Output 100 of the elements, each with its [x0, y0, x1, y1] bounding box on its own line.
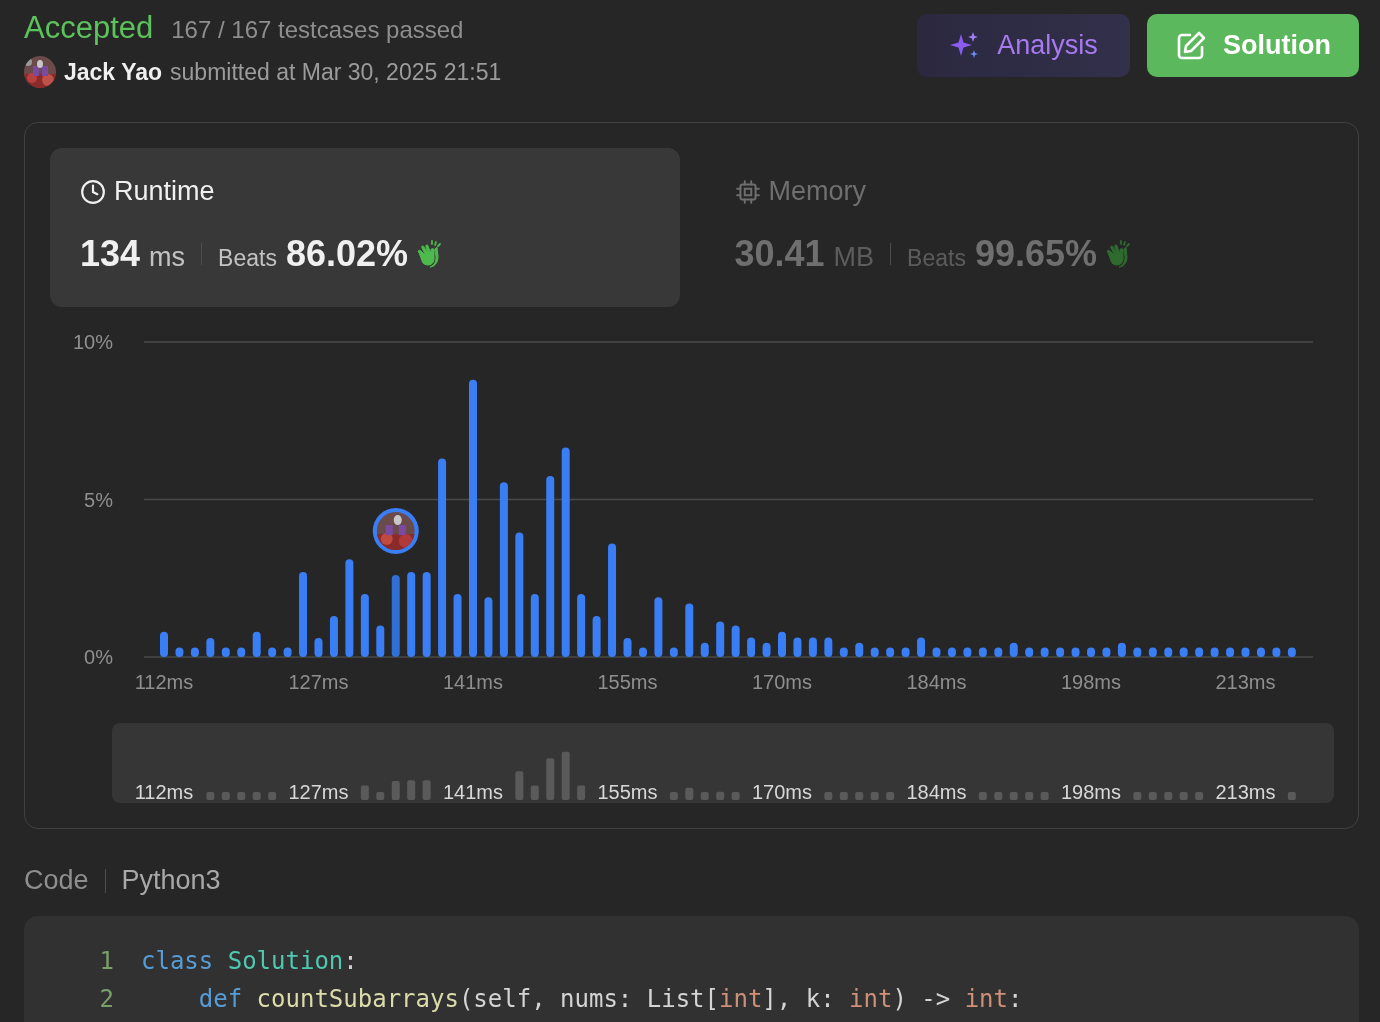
mini-bar [422, 780, 431, 800]
clock-icon [80, 178, 106, 205]
bar[interactable] [577, 594, 586, 657]
x-axis-label: 213ms [1215, 671, 1276, 693]
bar[interactable] [329, 616, 338, 657]
bar[interactable] [901, 647, 910, 657]
bar[interactable] [1056, 647, 1065, 657]
bar[interactable] [808, 637, 817, 657]
language-label[interactable]: Python3 [121, 865, 221, 896]
bar[interactable] [175, 647, 184, 657]
navigator-label: 155ms [597, 781, 658, 803]
mini-bar [1133, 792, 1142, 800]
bar[interactable] [345, 559, 354, 657]
runtime-tab[interactable]: Runtime 134 ms Beats 86.02% [50, 148, 680, 307]
beats-percent: 99.65% [974, 233, 1098, 275]
bar[interactable] [391, 575, 400, 657]
bar[interactable] [268, 647, 277, 657]
bar[interactable] [1133, 647, 1142, 657]
bar[interactable] [237, 647, 246, 657]
bar[interactable] [515, 532, 524, 657]
bar[interactable] [716, 621, 725, 657]
navigator-label: 141ms [443, 781, 503, 803]
bar[interactable] [438, 458, 447, 657]
mini-bar [1009, 792, 1018, 800]
bar[interactable] [360, 594, 369, 657]
x-axis-label: 155ms [597, 671, 658, 693]
bar[interactable] [1117, 642, 1126, 657]
bar[interactable] [1272, 647, 1281, 657]
bar[interactable] [376, 625, 385, 657]
bar[interactable] [762, 642, 771, 657]
line-number: 2 [98, 985, 114, 1013]
bar[interactable] [870, 647, 879, 657]
code-line: def countSubarrays(self, nums: List[int], k: int) -> int: [197, 985, 1023, 1013]
bar[interactable] [252, 631, 261, 657]
bar[interactable] [654, 597, 663, 657]
bar[interactable] [1009, 642, 1018, 657]
bar[interactable] [994, 647, 1003, 657]
bar[interactable] [824, 637, 833, 657]
bar[interactable] [1148, 647, 1157, 657]
bar[interactable] [731, 625, 740, 657]
mini-bar [978, 792, 987, 800]
bar[interactable] [855, 642, 864, 657]
bar[interactable] [700, 642, 709, 657]
author-name[interactable]: Jack Yao [64, 58, 163, 86]
mini-bar [855, 792, 864, 800]
mini-bar [700, 792, 709, 800]
mini-bar [515, 771, 524, 800]
bar[interactable] [561, 447, 570, 657]
bar[interactable] [839, 647, 848, 657]
bar[interactable] [1195, 647, 1204, 657]
bar[interactable] [407, 571, 416, 657]
bar[interactable] [1087, 647, 1095, 657]
bar[interactable] [453, 594, 462, 657]
bar[interactable] [638, 647, 647, 657]
bar[interactable] [1287, 647, 1296, 657]
bar[interactable] [283, 647, 292, 657]
bar[interactable] [608, 543, 617, 657]
mini-bar [360, 785, 369, 800]
bar[interactable] [314, 638, 323, 657]
analysis-button[interactable]: Analysis [917, 14, 1130, 77]
metric-title: Runtime [114, 176, 215, 207]
mini-bar [1195, 792, 1204, 800]
bar[interactable] [160, 631, 168, 657]
bar[interactable] [422, 571, 431, 657]
mini-bar [206, 792, 215, 800]
bar[interactable] [1025, 647, 1034, 657]
bar[interactable] [747, 637, 756, 657]
bar[interactable] [793, 637, 802, 657]
bar[interactable] [1071, 647, 1080, 657]
bar[interactable] [221, 647, 230, 657]
bar[interactable] [1102, 647, 1111, 657]
bar[interactable] [190, 647, 199, 657]
bar[interactable] [978, 647, 987, 657]
bar[interactable] [546, 475, 555, 657]
bar[interactable] [1210, 647, 1219, 657]
x-axis-label: 141ms [443, 671, 503, 693]
bar[interactable] [685, 603, 694, 657]
range-navigator[interactable]: 112ms 127ms 141ms 155ms 170ms 184ms 198ms 213ms [112, 723, 1334, 803]
bar[interactable] [947, 647, 956, 657]
bar[interactable] [1256, 647, 1265, 657]
bar[interactable] [886, 647, 895, 657]
bar[interactable] [206, 638, 215, 657]
bar[interactable] [623, 638, 632, 657]
bar[interactable] [1040, 647, 1049, 657]
bar[interactable] [1241, 647, 1250, 657]
bar[interactable] [778, 631, 786, 657]
bar[interactable] [963, 647, 972, 657]
bar[interactable] [530, 594, 539, 657]
bar[interactable] [1164, 647, 1173, 657]
bar[interactable] [499, 482, 508, 657]
bar[interactable] [932, 647, 941, 657]
code-line: class Solution: [141, 947, 358, 975]
bar[interactable] [1226, 647, 1235, 657]
bar[interactable] [1179, 647, 1188, 657]
bar[interactable] [669, 647, 678, 657]
mini-bar [870, 792, 879, 800]
bar[interactable] [299, 571, 308, 657]
bar[interactable] [592, 616, 601, 657]
bar[interactable] [484, 597, 493, 657]
bar[interactable] [917, 637, 926, 657]
